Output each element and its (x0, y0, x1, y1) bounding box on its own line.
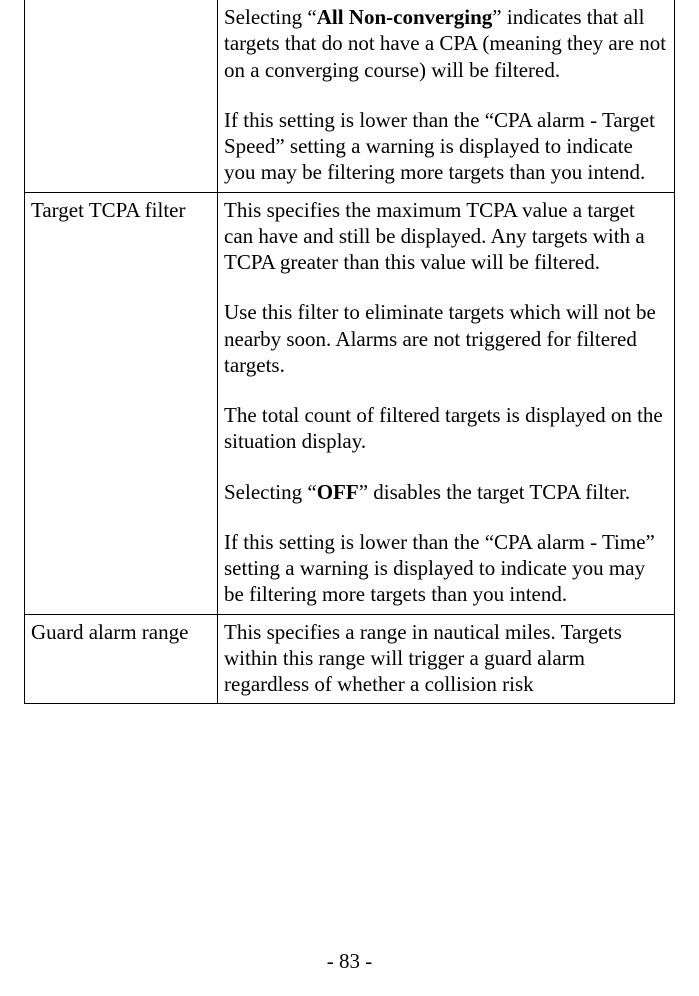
table-row: Selecting “All Non-converging” indicates… (25, 0, 675, 192)
setting-label-cell: Guard alarm range (25, 614, 218, 704)
paragraph: Selecting “All Non-converging” indicates… (224, 4, 668, 83)
paragraph: If this setting is lower than the “CPA a… (224, 107, 668, 186)
table-row: Target TCPA filter This specifies the ma… (25, 192, 675, 614)
setting-desc-cell: This specifies the maximum TCPA value a … (218, 192, 675, 614)
setting-label-cell (25, 0, 218, 192)
paragraph: This specifies the maximum TCPA value a … (224, 197, 668, 276)
setting-desc-cell: Selecting “All Non-converging” indicates… (218, 0, 675, 192)
page-number: - 83 - (0, 949, 699, 974)
paragraph: Selecting “OFF” disables the target TCPA… (224, 479, 668, 505)
paragraph: Use this filter to eliminate targets whi… (224, 299, 668, 378)
paragraph: If this setting is lower than the “CPA a… (224, 529, 668, 608)
setting-label-cell: Target TCPA filter (25, 192, 218, 614)
settings-table: Selecting “All Non-converging” indicates… (24, 0, 675, 704)
paragraph: The total count of filtered targets is d… (224, 402, 668, 455)
table-row: Guard alarm range This specifies a range… (25, 614, 675, 704)
setting-desc-cell: This specifies a range in nautical miles… (218, 614, 675, 704)
paragraph: This specifies a range in nautical miles… (224, 619, 668, 698)
